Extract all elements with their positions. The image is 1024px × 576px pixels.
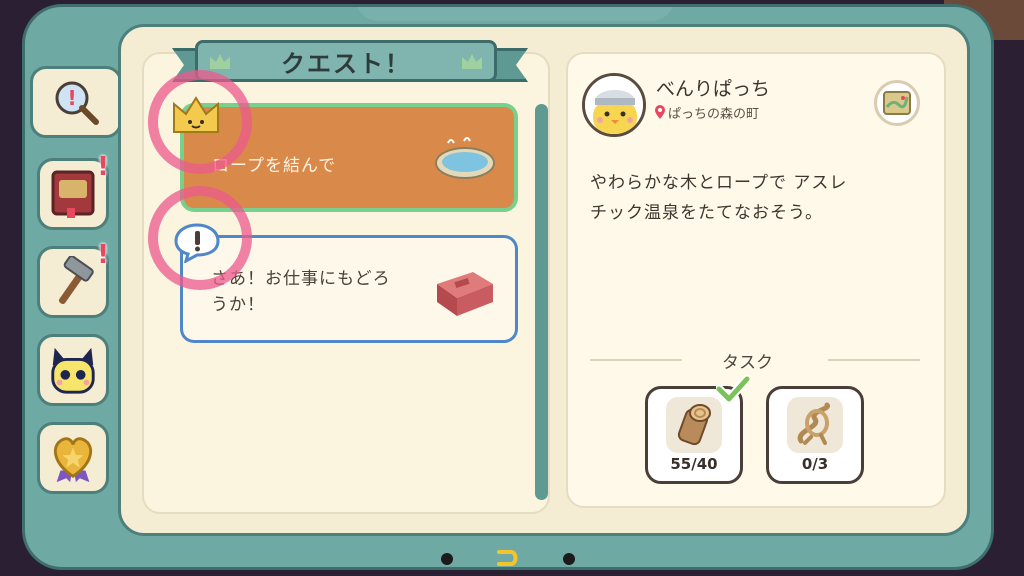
exclamation-bubble-icon bbox=[174, 223, 220, 263]
magnifier-alert-icon: ! bbox=[50, 76, 102, 128]
page-title: クエスト！ bbox=[281, 49, 411, 78]
page-dot bbox=[563, 553, 575, 565]
crown-decoration-icon bbox=[210, 54, 230, 69]
alert-badge: ! bbox=[97, 240, 109, 270]
back-button[interactable] bbox=[493, 546, 523, 570]
list-scrollbar[interactable] bbox=[535, 104, 548, 500]
log-icon bbox=[666, 397, 722, 453]
hot-spring-icon bbox=[435, 137, 495, 179]
tab-quest[interactable]: ! bbox=[30, 66, 122, 138]
npc-avatar bbox=[582, 73, 646, 137]
svg-text:!: ! bbox=[67, 86, 76, 110]
tamagotchi-face-icon bbox=[47, 344, 99, 396]
alert-badge: ! bbox=[97, 152, 109, 182]
crown-icon bbox=[173, 96, 219, 133]
description-line: チック温泉をたてなおそう。 bbox=[590, 203, 823, 223]
description-line: やわらかな木とロープで アスレ bbox=[590, 173, 848, 193]
checkmark-icon bbox=[716, 375, 750, 403]
book-icon bbox=[47, 168, 99, 220]
divider bbox=[828, 359, 920, 361]
quest-label-line2: うか！ bbox=[211, 295, 265, 315]
brick-icon bbox=[437, 272, 493, 316]
tab-crafting[interactable]: ! bbox=[37, 241, 109, 318]
rope-icon bbox=[787, 397, 843, 453]
task-item-rope[interactable]: 0/3 bbox=[766, 386, 864, 484]
map-icon bbox=[883, 91, 911, 115]
map-button[interactable] bbox=[874, 80, 920, 126]
hammer-icon bbox=[47, 256, 99, 308]
location-pin-icon bbox=[655, 105, 665, 119]
tab-character[interactable] bbox=[37, 334, 109, 406]
divider bbox=[590, 359, 682, 361]
crown-decoration-icon bbox=[462, 54, 482, 69]
npc-name: べんりぱっち bbox=[656, 78, 771, 100]
tasks-header: タスク bbox=[722, 353, 773, 373]
npc-location: ぱっちの森の町 bbox=[668, 107, 760, 122]
frame-decoration bbox=[355, 7, 675, 21]
back-arrow-icon bbox=[497, 550, 518, 566]
tab-journal[interactable]: ! bbox=[37, 153, 109, 230]
task-count: 55/40 bbox=[670, 455, 718, 473]
title-ribbon: クエスト！ bbox=[195, 40, 497, 82]
heart-medal-icon bbox=[47, 432, 99, 484]
page-dot bbox=[441, 553, 453, 565]
tab-achievements[interactable] bbox=[37, 422, 109, 494]
quest-description: やわらかな木とロープで アスレ チック温泉をたてなおそう。 bbox=[590, 168, 910, 228]
task-count: 0/3 bbox=[801, 455, 829, 473]
